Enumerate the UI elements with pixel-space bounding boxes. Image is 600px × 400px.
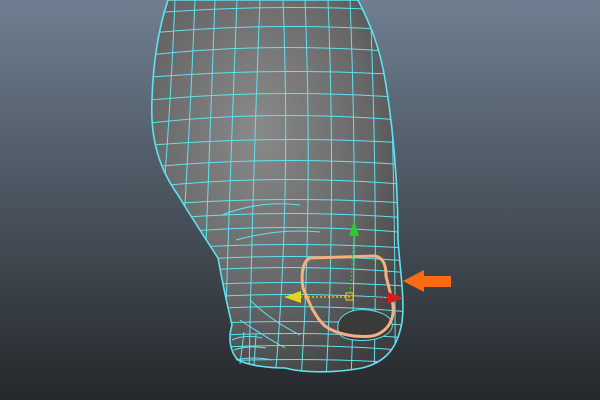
viewport-canvas[interactable] bbox=[0, 0, 600, 400]
3d-viewport[interactable] bbox=[0, 0, 600, 400]
